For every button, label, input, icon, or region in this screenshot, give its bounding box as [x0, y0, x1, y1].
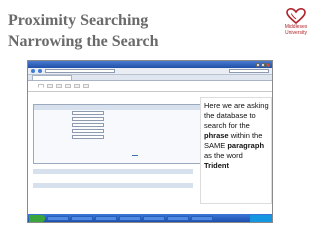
taskbar-item[interactable]	[47, 215, 69, 221]
form-field[interactable]	[72, 135, 104, 139]
form-field[interactable]	[72, 117, 104, 121]
callout-text: as the word	[204, 151, 243, 160]
maximize-icon[interactable]	[261, 62, 265, 67]
close-icon[interactable]	[266, 62, 270, 67]
back-icon[interactable]	[31, 69, 35, 73]
address-bar	[28, 68, 272, 75]
callout-text: Here we are asking the database to searc…	[204, 101, 269, 130]
nexis-header	[28, 81, 272, 92]
free-text-field[interactable]	[72, 111, 104, 115]
system-tray-clock	[250, 214, 272, 222]
browser-search-input[interactable]	[229, 69, 269, 73]
url-input[interactable]	[45, 69, 115, 73]
form-row	[34, 134, 222, 140]
form-field[interactable]	[72, 129, 104, 133]
search-button[interactable]	[132, 155, 138, 156]
browser-tab[interactable]	[32, 75, 72, 80]
tab-search[interactable]	[38, 84, 44, 88]
start-button[interactable]	[29, 214, 45, 222]
explanation-callout: Here we are asking the database to searc…	[200, 97, 272, 204]
taskbar-item[interactable]	[143, 215, 165, 221]
taskbar-item[interactable]	[191, 215, 213, 221]
form-field[interactable]	[72, 123, 104, 127]
taskbar-item[interactable]	[167, 215, 189, 221]
section-header	[33, 183, 193, 188]
search-form-panel	[33, 104, 223, 164]
taskbar-item[interactable]	[95, 215, 117, 221]
tab-legislation[interactable]	[47, 84, 53, 88]
slide-title-line2: Narrowing the Search	[8, 33, 159, 50]
logo-name-line2: University	[285, 30, 307, 36]
slide-title-line1: Proximity Searching	[8, 12, 149, 29]
callout-bold-paragraph: paragraph	[227, 141, 265, 150]
section-header	[33, 169, 193, 174]
windows-taskbar	[28, 214, 272, 222]
tab-eu[interactable]	[74, 84, 80, 88]
taskbar-item[interactable]	[119, 215, 141, 221]
slide-title: Proximity Searching Narrowing the Search	[8, 10, 218, 52]
taskbar-item[interactable]	[71, 215, 93, 221]
window-titlebar	[28, 61, 272, 68]
callout-bold-phrase: phrase	[204, 131, 229, 140]
browser-screenshot: Here we are asking the database to searc…	[27, 60, 273, 223]
tab-journals[interactable]	[56, 84, 62, 88]
tab-more[interactable]	[83, 84, 89, 88]
forward-icon[interactable]	[38, 69, 42, 73]
university-logo: Middlesex University	[276, 8, 316, 36]
heart-logo-icon	[286, 8, 306, 24]
minimize-icon[interactable]	[256, 62, 260, 67]
tab-current-awareness[interactable]	[65, 84, 71, 88]
window-controls	[256, 62, 272, 67]
callout-bold-trident: Trident	[204, 161, 230, 170]
